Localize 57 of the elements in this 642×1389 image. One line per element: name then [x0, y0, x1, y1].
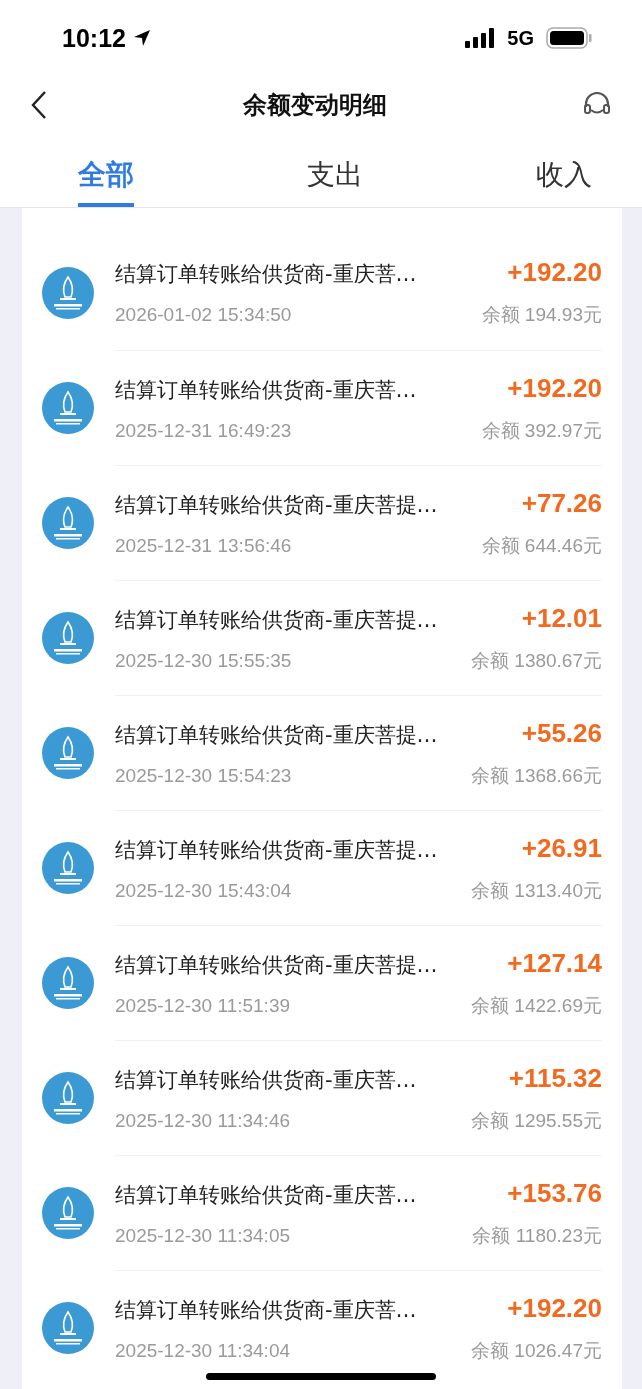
status-time: 10:12 — [62, 23, 126, 53]
transaction-title: 结算订单转账给供货商-重庆菩… — [115, 376, 417, 404]
balance-text: 余额 1313.40元 — [471, 878, 602, 903]
transaction-title: 结算订单转账给供货商-重庆菩提… — [115, 836, 438, 864]
transaction-title: 结算订单转账给供货商-重庆菩… — [115, 1296, 417, 1324]
transaction-title: 结算订单转账给供货商-重庆菩提… — [115, 491, 438, 519]
balance-text: 余额 1026.47元 — [471, 1338, 602, 1363]
network-label: 5G — [507, 26, 534, 50]
transaction-amount: +192.20 — [507, 1292, 602, 1324]
transaction-time: 2025-12-30 11:51:39 — [115, 994, 291, 1017]
transaction-time: 2025-12-30 15:55:35 — [115, 649, 292, 672]
transaction-amount: +192.20 — [507, 372, 602, 404]
transaction-time: 2026-01-02 15:34:50 — [115, 304, 292, 326]
balance-text: 余额 392.97元 — [481, 418, 602, 443]
transaction-amount: +77.26 — [521, 487, 602, 519]
transaction-title: 结算订单转账给供货商-重庆菩… — [115, 1066, 417, 1094]
battery-icon — [546, 27, 592, 49]
transaction-amount: +115.32 — [508, 1062, 602, 1094]
transaction-amount: +12.01 — [521, 602, 602, 634]
transaction-time: 2025-12-30 15:43:04 — [115, 879, 292, 902]
transaction-title: 结算订单转账给供货商-重庆菩… — [115, 1181, 417, 1209]
transaction-time: 2025-12-30 11:34:05 — [115, 1224, 291, 1247]
transaction-amount: +127.14 — [507, 947, 602, 979]
filter-tab[interactable]: 收入 — [536, 134, 592, 207]
balance-text: 余额 1380.67元 — [471, 648, 602, 673]
balance-text: 余额 194.93元 — [481, 303, 602, 327]
balance-text: 余额 1368.66元 — [471, 763, 602, 788]
merchant-logo-icon — [42, 496, 94, 549]
merchant-logo-icon — [42, 266, 94, 319]
balance-text: 余额 1422.69元 — [471, 993, 602, 1018]
transaction-amount: +153.76 — [507, 1177, 602, 1209]
merchant-logo-icon — [42, 1071, 94, 1124]
transaction-time: 2025-12-31 16:49:23 — [115, 419, 292, 442]
balance-text: 余额 1295.55元 — [471, 1108, 602, 1133]
transaction-time: 2025-12-31 13:56:46 — [115, 534, 292, 557]
merchant-logo-icon — [42, 956, 94, 1009]
transaction-amount: +55.26 — [521, 717, 602, 749]
transaction-title: 结算订单转账给供货商-重庆菩提… — [115, 606, 438, 634]
transaction-time: 2025-12-30 11:34:04 — [115, 1339, 291, 1362]
transaction-title: 结算订单转账给供货商-重庆菩… — [115, 261, 417, 288]
merchant-logo-icon — [42, 726, 94, 779]
merchant-logo-icon — [42, 1301, 94, 1354]
transaction-title: 结算订单转账给供货商-重庆菩提… — [115, 721, 438, 749]
transaction-title: 结算订单转账给供货商-重庆菩提… — [115, 951, 438, 979]
back-icon[interactable] — [30, 90, 48, 120]
merchant-logo-icon — [42, 381, 94, 434]
filter-tab[interactable]: 支出 — [307, 134, 363, 207]
transaction-time: 2025-12-30 15:54:23 — [115, 764, 292, 787]
transaction-amount: +26.91 — [521, 832, 602, 864]
page-title: 余额变动明细 — [243, 90, 387, 121]
transaction-amount: +192.20 — [507, 257, 602, 288]
balance-text: 余额 1180.23元 — [472, 1223, 602, 1248]
merchant-logo-icon — [42, 1186, 94, 1239]
transaction-time: 2025-12-30 11:34:46 — [115, 1109, 291, 1132]
balance-text: 余额 644.46元 — [481, 533, 602, 558]
merchant-logo-icon — [42, 611, 94, 664]
merchant-logo-icon — [42, 841, 94, 894]
